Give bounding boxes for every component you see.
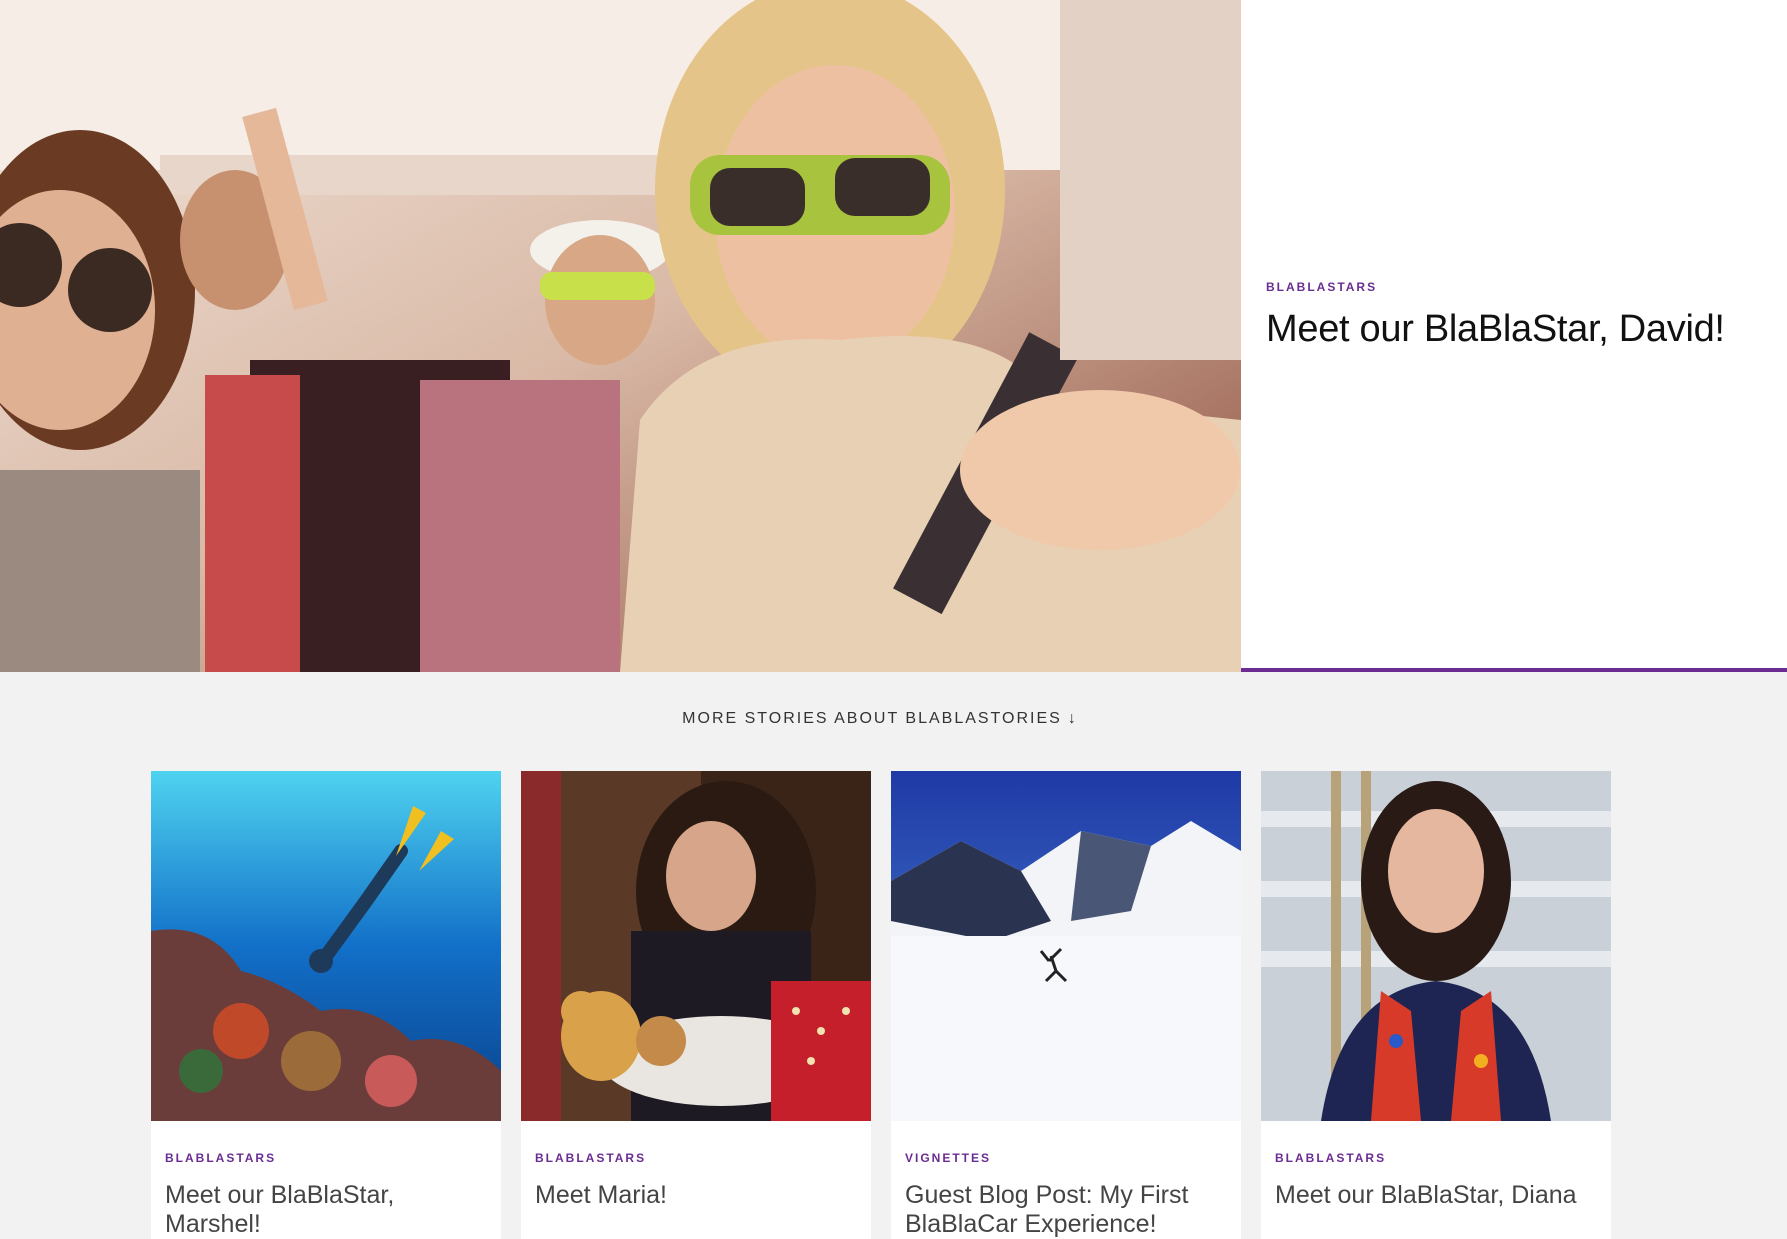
card-title[interactable]: Meet our BlaBlaStar, Diana	[1275, 1181, 1595, 1210]
arrow-down-icon: ↓	[1067, 710, 1078, 727]
card-category[interactable]: BLABLASTARS	[165, 1151, 276, 1165]
hero-text-panel: BLABLASTARS Meet our BlaBlaStar, David!	[1241, 0, 1787, 668]
card-image[interactable]	[1261, 771, 1611, 1121]
card-title[interactable]: Guest Blog Post: My First BlaBlaCar Expe…	[905, 1181, 1225, 1239]
story-card[interactable]: VIGNETTES Guest Blog Post: My First BlaB…	[891, 771, 1241, 1239]
more-stories-heading[interactable]: MORE STORIES ABOUT BLABLASTORIES ↓	[0, 710, 1760, 728]
card-title[interactable]: Meet Maria!	[535, 1181, 855, 1210]
card-category[interactable]: VIGNETTES	[905, 1151, 991, 1165]
story-card[interactable]: BLABLASTARS Meet Maria!	[521, 771, 871, 1239]
card-image[interactable]	[521, 771, 871, 1121]
hero-title[interactable]: Meet our BlaBlaStar, David!	[1266, 308, 1725, 351]
more-stories-label: MORE STORIES ABOUT BLABLASTORIES	[682, 710, 1062, 727]
card-category[interactable]: BLABLASTARS	[1275, 1151, 1386, 1165]
hero-section: BLABLASTARS Meet our BlaBlaStar, David!	[0, 0, 1787, 672]
card-image[interactable]	[891, 771, 1241, 1121]
hero-category[interactable]: BLABLASTARS	[1266, 280, 1377, 294]
card-image[interactable]	[151, 771, 501, 1121]
story-card[interactable]: BLABLASTARS Meet our BlaBlaStar, Marshel…	[151, 771, 501, 1239]
story-card[interactable]: BLABLASTARS Meet our BlaBlaStar, Diana	[1261, 771, 1611, 1239]
card-title[interactable]: Meet our BlaBlaStar, Marshel!	[165, 1181, 485, 1239]
hero-accent-rule	[1241, 668, 1787, 672]
card-category[interactable]: BLABLASTARS	[535, 1151, 646, 1165]
hero-image[interactable]	[0, 0, 1241, 672]
